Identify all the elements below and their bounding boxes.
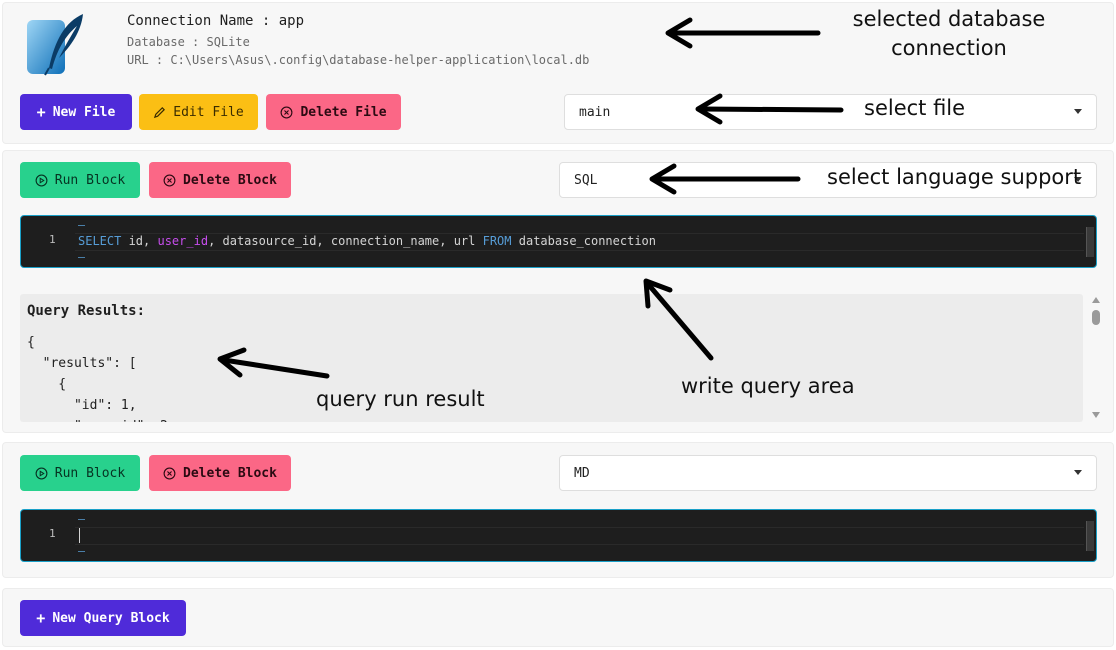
- annotation-query-area: write query area: [681, 374, 855, 398]
- annotation-file: select file: [864, 96, 966, 120]
- new-file-button[interactable]: + New File: [20, 94, 132, 130]
- chevron-down-icon: [1074, 470, 1082, 475]
- plus-icon: +: [36, 609, 46, 627]
- annotation-language: select language support: [827, 165, 1082, 189]
- editor-scrollbar[interactable]: [1086, 521, 1094, 551]
- code-token: id,: [121, 234, 158, 248]
- line-number: 1: [49, 233, 56, 246]
- keyword-token: SELECT: [78, 234, 122, 248]
- delete-block-button[interactable]: Delete Block: [149, 455, 291, 491]
- delete-file-label: Delete File: [300, 104, 387, 120]
- circle-x-icon: [280, 106, 293, 119]
- editor-marker: [78, 551, 85, 552]
- text-cursor: [79, 528, 80, 543]
- circle-x-icon: [163, 467, 176, 480]
- language-select-value: SQL: [574, 172, 598, 188]
- delete-file-button[interactable]: Delete File: [266, 94, 401, 130]
- delete-block-label: Delete Block: [183, 465, 277, 481]
- connection-name: Connection Name : app: [127, 13, 305, 29]
- run-block-button[interactable]: Run Block: [20, 162, 140, 198]
- pencil-icon: [153, 106, 166, 119]
- md-editor[interactable]: 1: [20, 509, 1097, 562]
- sql-editor[interactable]: 1 SELECT id, user_id, datasource_id, con…: [20, 215, 1097, 268]
- delete-block-label: Delete Block: [183, 172, 277, 188]
- scroll-up-icon[interactable]: [1092, 297, 1100, 303]
- chevron-down-icon: [1074, 109, 1082, 114]
- annotation-connection: selected database connection: [843, 5, 1055, 63]
- sqlite-feather-icon: [25, 12, 87, 76]
- connection-url: URL : C:\Users\Asus\.config\database-hel…: [127, 53, 590, 67]
- current-line-highlight: [75, 527, 1084, 545]
- editor-marker: [78, 257, 85, 258]
- results-json: { "results": [ { "id": 1, "user_id": 2: [27, 335, 168, 422]
- new-query-block-button[interactable]: + New Query Block: [20, 600, 186, 636]
- run-block-label: Run Block: [54, 465, 126, 481]
- scroll-thumb[interactable]: [1092, 310, 1100, 325]
- language-select[interactable]: MD: [559, 455, 1097, 491]
- run-block-button[interactable]: Run Block: [20, 455, 140, 491]
- query-results: Query Results: { "results": [ { "id": 1,…: [20, 294, 1083, 422]
- delete-block-button[interactable]: Delete Block: [149, 162, 291, 198]
- results-title: Query Results:: [27, 303, 146, 319]
- scroll-down-icon[interactable]: [1092, 412, 1100, 418]
- annotation-connection-line1: selected database: [852, 7, 1046, 31]
- new-query-block-label: New Query Block: [52, 610, 170, 626]
- file-select-value: main: [579, 104, 611, 120]
- line-number: 1: [49, 527, 56, 540]
- edit-file-label: Edit File: [173, 104, 244, 120]
- editor-scrollbar[interactable]: [1086, 227, 1094, 257]
- code-token: , datasource_id, connection_name, url: [208, 234, 483, 248]
- language-select-value: MD: [574, 465, 590, 481]
- editor-marker: [78, 519, 85, 520]
- circle-x-icon: [163, 174, 176, 187]
- editor-marker: [78, 225, 85, 226]
- keyword-token: FROM: [482, 234, 512, 248]
- new-file-label: New File: [52, 104, 116, 120]
- edit-file-button[interactable]: Edit File: [139, 94, 258, 130]
- plus-icon: +: [36, 103, 46, 121]
- annotation-query-result: query run result: [316, 387, 485, 411]
- connection-database: Database : SQLite: [127, 35, 250, 49]
- file-select[interactable]: main: [564, 94, 1097, 130]
- run-block-label: Run Block: [54, 172, 126, 188]
- results-scrollbar[interactable]: [1090, 295, 1104, 421]
- function-token: user_id: [157, 234, 209, 248]
- annotation-connection-line2: connection: [891, 36, 1007, 60]
- code-token: database_connection: [511, 234, 657, 248]
- code-line[interactable]: SELECT id, user_id, datasource_id, conne…: [78, 234, 656, 248]
- play-circle-icon: [35, 174, 48, 187]
- play-circle-icon: [35, 467, 48, 480]
